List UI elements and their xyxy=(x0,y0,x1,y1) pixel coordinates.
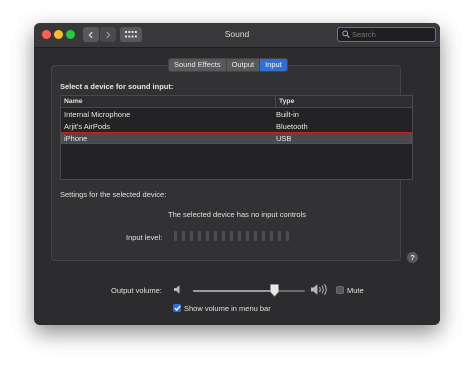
slider-fill xyxy=(193,290,275,292)
search-input[interactable] xyxy=(352,29,432,40)
table-row-selected[interactable]: iPhone USB xyxy=(61,132,412,144)
title-bar: Sound xyxy=(34,23,440,48)
search-icon xyxy=(342,30,350,39)
no-controls-message: The selected device has no input control… xyxy=(168,210,306,219)
input-level-segment xyxy=(262,231,265,241)
speaker-low-icon xyxy=(174,285,180,294)
input-level-label: Input level: xyxy=(126,233,163,242)
show-volume-in-menu-bar-label: Show volume in menu bar xyxy=(184,304,271,313)
column-header-name[interactable]: Name xyxy=(64,98,83,105)
input-level-segment xyxy=(270,231,273,241)
table-row[interactable]: Internal Microphone Built-in xyxy=(61,108,412,120)
speaker-high-icon xyxy=(311,283,327,296)
tab-bar: Sound Effects Output Input xyxy=(168,58,288,72)
device-name: Internal Microphone xyxy=(64,110,131,119)
device-type: Built-in xyxy=(276,110,299,119)
output-volume-slider[interactable] xyxy=(193,290,305,292)
input-level-segment xyxy=(254,231,257,241)
input-level-meter xyxy=(174,231,289,241)
input-level-segment xyxy=(206,231,209,241)
show-volume-in-menu-bar-checkbox[interactable] xyxy=(173,304,181,312)
mute-label: Mute xyxy=(347,286,364,295)
device-type: USB xyxy=(276,134,292,143)
device-select-heading: Select a device for sound input: xyxy=(60,82,174,91)
help-button[interactable]: ? xyxy=(407,252,418,263)
input-level-segment xyxy=(182,231,185,241)
sound-preferences-window: Sound Sound Effects Output Input Select … xyxy=(34,23,440,325)
output-volume-label: Output volume: xyxy=(111,286,162,295)
device-type: Bluetooth xyxy=(276,122,308,131)
input-level-segment xyxy=(222,231,225,241)
search-field[interactable] xyxy=(337,27,436,42)
column-header-type[interactable]: Type xyxy=(275,96,294,107)
input-level-segment xyxy=(286,231,289,241)
input-level-segment xyxy=(214,231,217,241)
table-header: Name Type xyxy=(61,96,412,108)
device-name: iPhone xyxy=(64,134,88,143)
input-level-segment xyxy=(246,231,249,241)
tab-output[interactable]: Output xyxy=(225,59,260,71)
input-level-segment xyxy=(190,231,193,241)
tab-input[interactable]: Input xyxy=(259,59,287,71)
table-row[interactable]: Arjit's AirPods Bluetooth xyxy=(61,120,412,132)
input-level-segment xyxy=(230,231,233,241)
input-level-segment xyxy=(198,231,201,241)
mute-checkbox[interactable] xyxy=(336,286,344,294)
checkmark-icon xyxy=(173,305,181,311)
input-level-segment xyxy=(174,231,177,241)
tab-sound-effects[interactable]: Sound Effects xyxy=(169,59,226,71)
slider-thumb[interactable] xyxy=(270,284,280,297)
settings-label: Settings for the selected device: xyxy=(60,190,167,199)
input-level-segment xyxy=(238,231,241,241)
input-device-table: Name Type Internal Microphone Built-in A… xyxy=(60,95,413,180)
input-level-segment xyxy=(278,231,281,241)
device-name: Arjit's AirPods xyxy=(64,122,111,131)
